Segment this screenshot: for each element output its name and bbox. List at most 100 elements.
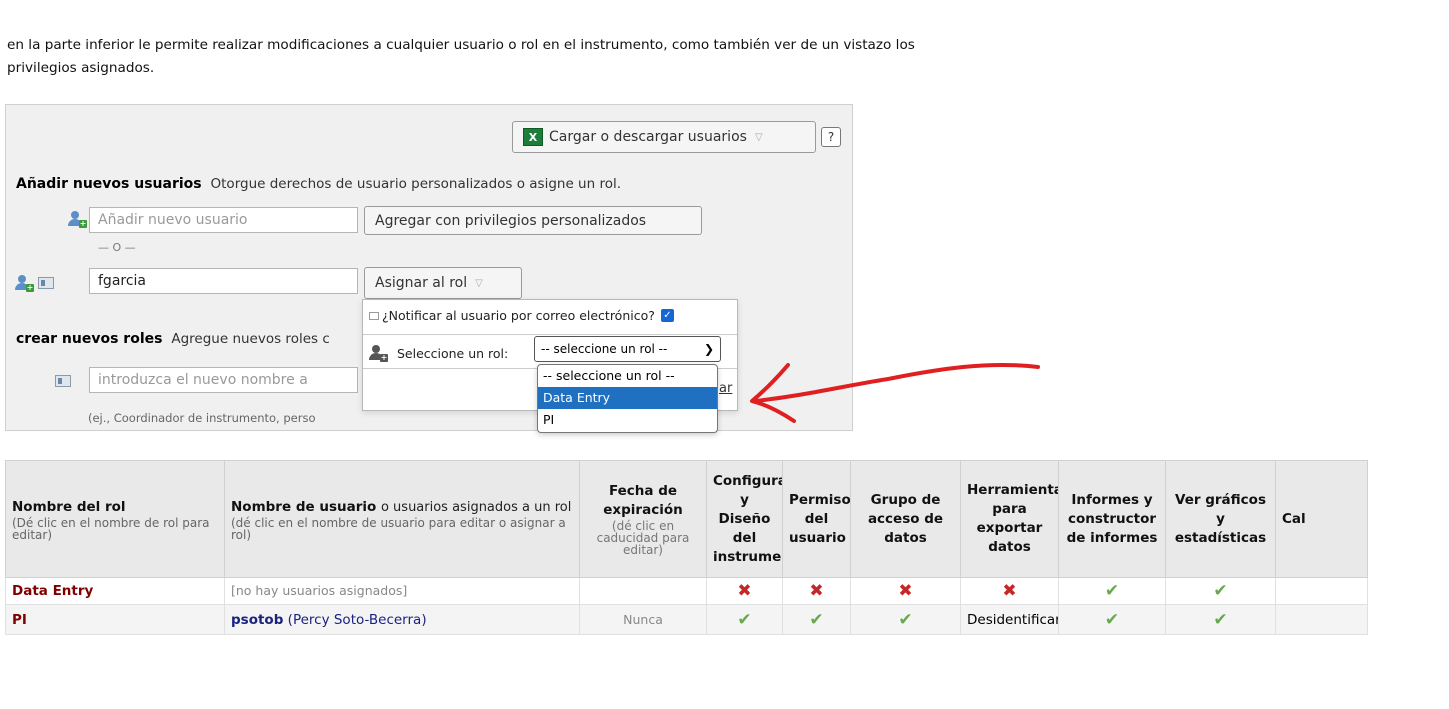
header-expiration-hint: (dé clic en caducidad para editar): [596, 519, 690, 557]
role-select-value: -- seleccione un rol --: [541, 342, 668, 356]
header-usernames: Nombre de usuario o usuarios asignados a…: [224, 460, 580, 578]
create-roles-section-title: crear nuevos roles Agregue nuevos roles …: [16, 331, 330, 347]
user-card-icon: [38, 277, 54, 289]
intro-line-2: privilegios asignados.: [7, 60, 155, 76]
expiration-cell[interactable]: Nunca: [579, 604, 707, 635]
assign-to-role-button[interactable]: Asignar al rol ▽: [364, 267, 522, 299]
checkmark-icon: ✔: [1104, 609, 1120, 630]
project-design-cell: ✖: [706, 577, 783, 605]
no-users-note: [no hay usuarios asignados]: [231, 583, 408, 598]
excel-icon: X: [523, 128, 543, 146]
role-card-icon: [55, 375, 71, 387]
role-name-hint: (ej., Coordinador de instrumento, perso: [88, 411, 316, 425]
username: psotob: [231, 611, 284, 628]
checkmark-icon: ✔: [737, 609, 752, 630]
intro-paragraph: en la parte inferior le permite realizar…: [7, 34, 1127, 80]
next-column-cell: [1275, 577, 1368, 605]
role-option[interactable]: PI: [538, 409, 717, 431]
new-user-input[interactable]: Añadir nuevo usuario: [89, 207, 358, 233]
header-next-column: Cal: [1275, 460, 1368, 578]
header-usernames-hint: (dé clic en el nombre de usuario para ed…: [231, 515, 566, 542]
add-user-icon: +: [369, 345, 388, 362]
create-roles-title: crear nuevos roles: [16, 331, 163, 347]
assign-username-input[interactable]: fgarcia: [89, 268, 358, 294]
add-users-desc: Otorgue derechos de usuario personalizad…: [210, 176, 622, 192]
checkmark-icon: ✔: [1104, 581, 1120, 601]
graphs-cell: ✔: [1165, 577, 1276, 605]
add-user-icon: +: [68, 211, 87, 228]
header-role-name: Nombre del rol (Dé clic en el nombre de …: [5, 460, 225, 578]
data-access-groups-cell: ✔: [850, 604, 961, 635]
notify-user-checkbox[interactable]: ✓: [660, 309, 674, 322]
reports-cell: ✔: [1058, 604, 1166, 635]
assign-to-role-label: Asignar al rol: [375, 275, 468, 291]
select-role-label: Seleccione un rol:: [396, 346, 509, 361]
header-expiration: Fecha de expiración (dé clic en caducida…: [579, 460, 707, 578]
assigned-users-cell: psotob (Percy Soto-Becerra): [224, 604, 580, 635]
username-link[interactable]: psotob (Percy Soto-Becerra): [231, 612, 427, 628]
role-name-link[interactable]: PI: [12, 612, 27, 628]
annotation-arrow: [750, 362, 1040, 423]
user-rights-cell: ✖: [782, 577, 851, 605]
notify-user-label: ¿Notificar al usuario por correo electró…: [382, 308, 655, 323]
data-export-cell: ✖: [960, 577, 1059, 605]
checkmark-icon: ✔: [1213, 581, 1228, 601]
select-role-row: + Seleccione un rol:: [369, 342, 509, 362]
dropdown-caret-icon: ▽: [475, 277, 483, 289]
header-data-access-groups: Grupo de acceso de datos: [850, 460, 961, 578]
assigned-users-cell: [no hay usuarios asignados]: [224, 577, 580, 605]
expiration-value: Nunca: [623, 611, 663, 627]
role-select[interactable]: -- seleccione un rol -- ❯: [534, 336, 721, 362]
roles-table: Nombre del rol (Dé clic en el nombre de …: [5, 460, 1368, 635]
header-expiration-label: Fecha de expiración: [603, 483, 683, 518]
table-row: PI psotob (Percy Soto-Becerra) Nunca ✔ ✔…: [5, 604, 1368, 635]
email-icon: [369, 311, 379, 320]
add-users-title: Añadir nuevos usuarios: [16, 176, 202, 192]
or-separator: — O —: [98, 241, 136, 254]
role-name-cell: PI: [5, 604, 225, 635]
header-role-name-label: Nombre del rol: [12, 498, 126, 515]
role-option-highlighted[interactable]: Data Entry: [538, 387, 717, 409]
role-option[interactable]: -- seleccione un rol --: [538, 365, 717, 387]
header-project-design: Configurac y Diseño del instrument: [706, 460, 783, 578]
cross-icon: ✖: [1002, 581, 1017, 601]
upload-download-users-button[interactable]: X Cargar o descargar usuarios ▽: [512, 121, 816, 153]
cross-icon: ✖: [737, 581, 752, 601]
header-graphs-stats: Ver gráficos y estadísticas: [1165, 460, 1276, 578]
checkmark-icon: ✔: [1213, 609, 1228, 630]
role-name-link[interactable]: Data Entry: [12, 583, 93, 599]
role-name-cell: Data Entry: [5, 577, 225, 605]
help-button[interactable]: ?: [821, 127, 841, 147]
intro-line-1: en la parte inferior le permite realizar…: [7, 37, 915, 53]
create-roles-desc: Agregue nuevos roles c: [171, 331, 330, 347]
upload-download-users-label: Cargar o descargar usuarios: [549, 129, 747, 145]
header-user-rights: Permiso del usuario: [782, 460, 851, 578]
header-usernames-label: Nombre de usuario: [231, 498, 377, 515]
assign-action-link[interactable]: ar: [719, 381, 732, 396]
header-usernames-rest: o usuarios asignados a un rol: [380, 499, 572, 515]
header-data-export: Herramienta para exportar datos: [960, 460, 1059, 578]
new-role-name-input[interactable]: introduzca el nuevo nombre a: [89, 367, 358, 393]
next-column-cell: [1275, 604, 1368, 635]
header-reports: Informes y constructor de informes: [1058, 460, 1166, 578]
user-rights-cell: ✔: [782, 604, 851, 635]
data-export-cell: Desidentificar: [960, 604, 1059, 635]
dropdown-caret-icon: ▽: [754, 131, 763, 143]
user-fullname: (Percy Soto-Becerra): [287, 611, 427, 628]
notify-user-row: ¿Notificar al usuario por correo electró…: [369, 308, 674, 323]
expiration-cell[interactable]: [579, 577, 707, 605]
checkmark-icon: ✔: [898, 609, 913, 630]
add-user-icon: +: [15, 275, 34, 292]
header-role-name-hint: (Dé clic en el nombre de rol para editar…: [12, 515, 210, 542]
checkmark-icon: ✔: [809, 609, 824, 630]
graphs-cell: ✔: [1165, 604, 1276, 635]
cross-icon: ✖: [809, 581, 824, 601]
add-users-section-title: Añadir nuevos usuarios Otorgue derechos …: [16, 176, 621, 192]
chevron-down-icon: ❯: [703, 342, 714, 356]
table-row: Data Entry [no hay usuarios asignados] ✖…: [5, 577, 1368, 605]
role-options-list[interactable]: -- seleccione un rol -- Data Entry PI: [537, 364, 718, 433]
project-design-cell: ✔: [706, 604, 783, 635]
add-with-custom-privileges-button[interactable]: Agregar con privilegios personalizados: [364, 206, 702, 235]
data-access-groups-cell: ✖: [850, 577, 961, 605]
cross-icon: ✖: [898, 581, 913, 601]
